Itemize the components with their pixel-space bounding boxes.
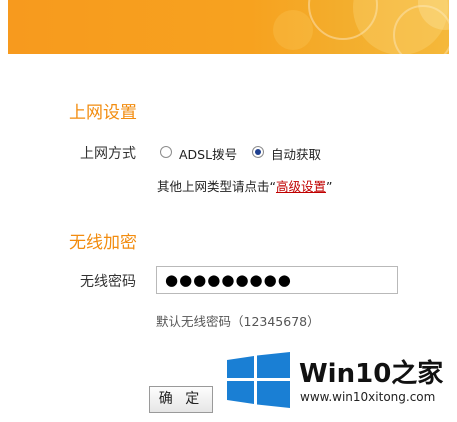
radio-auto[interactable] (252, 146, 264, 158)
radio-auto-label[interactable]: 自动获取 (271, 144, 321, 163)
watermark-url: www.win10xitong.com (300, 390, 436, 404)
confirm-button[interactable]: 确 定 (149, 386, 213, 413)
connection-mode-label: 上网方式 (80, 146, 136, 162)
hint-suffix: ” (326, 179, 333, 194)
hint-prefix: 其他上网类型请点击“ (157, 179, 276, 194)
wireless-password-input[interactable]: ●●●●●●●●● (156, 266, 398, 294)
default-password-note: 默认无线密码（12345678） (156, 314, 320, 329)
watermark-title: Win10之家 (299, 359, 444, 389)
advanced-settings-link[interactable]: 高级设置 (276, 179, 326, 194)
advanced-settings-hint: 其他上网类型请点击“高级设置” (157, 176, 332, 195)
radio-adsl-label[interactable]: ADSL拨号 (179, 144, 237, 163)
wireless-section-title: 无线加密 (69, 233, 137, 253)
wireless-password-label: 无线密码 (80, 274, 136, 290)
wan-section-title: 上网设置 (69, 103, 137, 123)
banner-decoration (273, 10, 313, 50)
header-banner (8, 0, 449, 54)
windows-logo-icon (227, 352, 290, 408)
radio-adsl[interactable] (160, 146, 172, 158)
